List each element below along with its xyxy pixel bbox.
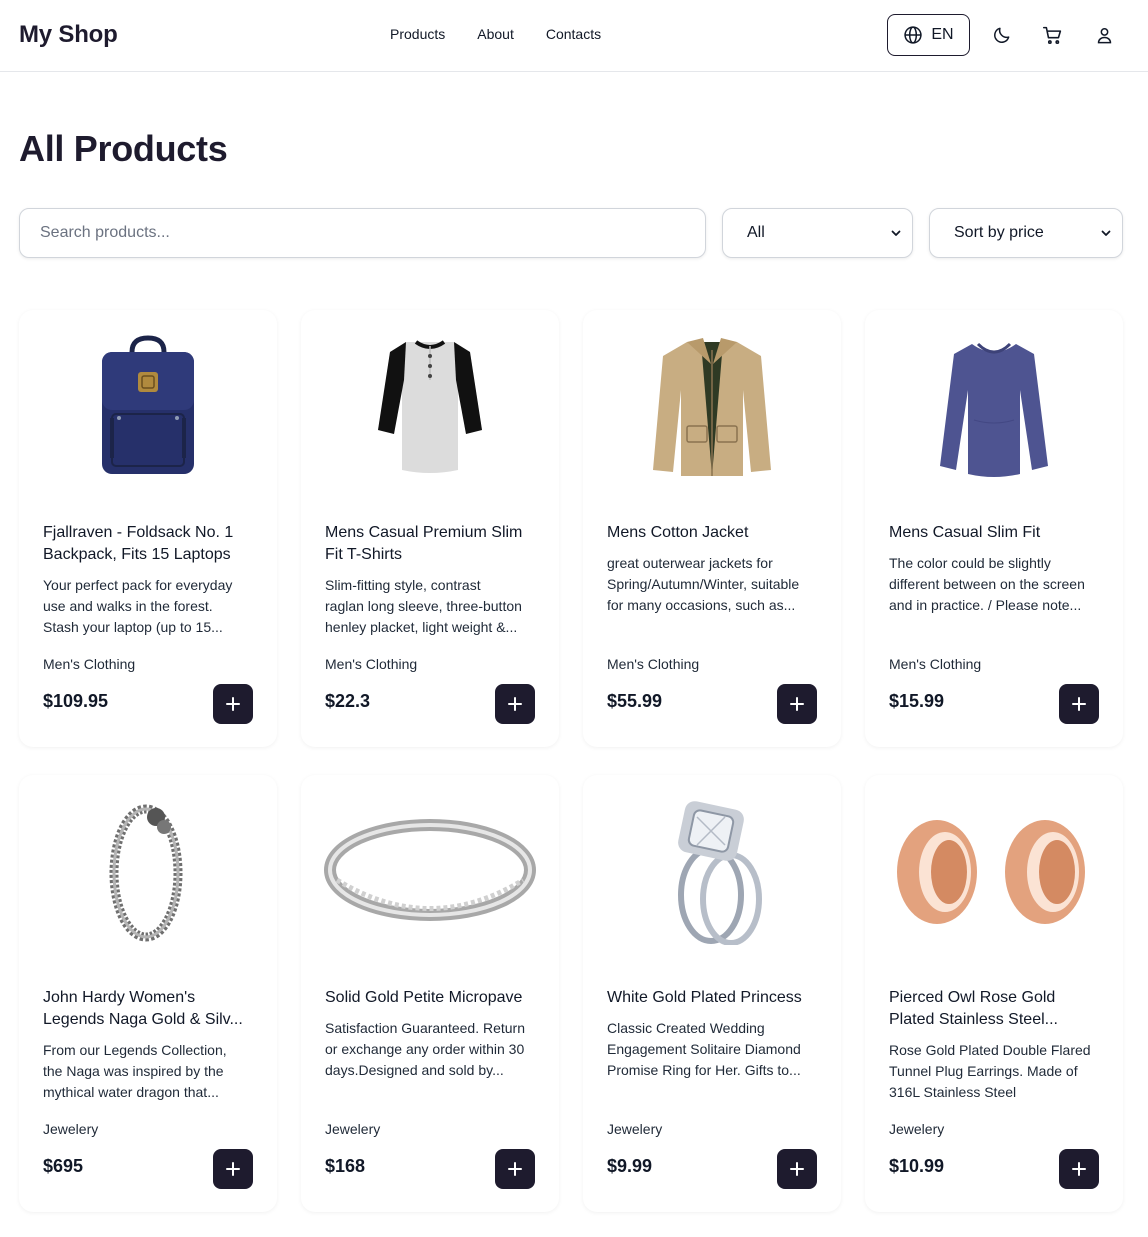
product-price: $109.95 xyxy=(43,691,109,711)
product-price: $695 xyxy=(43,1156,84,1176)
product-image-plug-earrings[interactable] xyxy=(865,785,1123,955)
product-image-bracelet[interactable] xyxy=(19,785,277,955)
product-price: $55.99 xyxy=(607,691,663,711)
add-to-cart-button[interactable] xyxy=(777,1149,817,1189)
product-card[interactable]: Mens Casual Premium Slim Fit T-Shirts Sl… xyxy=(301,310,559,747)
product-price: $168 xyxy=(325,1156,366,1176)
product-description: Your perfect pack for everyday use and w… xyxy=(43,577,233,635)
product-price: $9.99 xyxy=(607,1156,653,1176)
plus-icon xyxy=(226,1162,240,1176)
language-label: EN xyxy=(931,26,954,43)
moon-icon xyxy=(994,27,1010,43)
product-category: Jewelery xyxy=(43,1121,99,1137)
sort-select-value: Sort by price xyxy=(954,224,1044,241)
plus-icon xyxy=(508,697,522,711)
globe-icon xyxy=(904,26,923,44)
product-category: Men's Clothing xyxy=(43,656,136,672)
product-image-jacket[interactable] xyxy=(583,320,841,490)
shop-logo[interactable]: My Shop xyxy=(19,21,118,49)
add-to-cart-button[interactable] xyxy=(495,1149,535,1189)
product-image-ring-band[interactable] xyxy=(301,785,559,955)
product-description: Rose Gold Plated Double Flared Tunnel Pl… xyxy=(889,1042,1091,1100)
product-title[interactable]: Mens Casual Slim Fit xyxy=(889,522,1105,544)
user-icon xyxy=(1097,27,1111,43)
product-title[interactable]: White Gold Plated Princess xyxy=(607,987,823,1009)
sort-select[interactable]: Sort by price xyxy=(929,208,1123,258)
product-category: Men's Clothing xyxy=(607,656,700,672)
product-card[interactable]: White Gold Plated Princess Classic Creat… xyxy=(583,775,841,1212)
product-description: Slim-fitting style, contrast raglan long… xyxy=(325,577,522,635)
product-description: great outerwear jackets for Spring/Autum… xyxy=(607,555,800,613)
product-card[interactable]: John Hardy Women's Legends Naga Gold & S… xyxy=(19,775,277,1212)
product-description: Classic Created Wedding Engagement Solit… xyxy=(607,1020,801,1078)
chevron-down-icon xyxy=(891,230,901,236)
nav-about[interactable]: About xyxy=(477,26,514,42)
product-card[interactable]: Solid Gold Petite Micropave Satisfaction… xyxy=(301,775,559,1212)
page-title: All Products xyxy=(19,128,228,169)
product-card[interactable]: Pierced Owl Rose Gold Plated Stainless S… xyxy=(865,775,1123,1212)
account-button[interactable] xyxy=(1090,21,1118,49)
top-bar: My Shop Products About Contacts EN xyxy=(0,0,1148,72)
product-price: $15.99 xyxy=(889,691,945,711)
product-price: $10.99 xyxy=(889,1156,945,1176)
product-title[interactable]: Mens Casual Premium Slim Fit T-Shirts xyxy=(325,522,541,566)
product-category: Men's Clothing xyxy=(889,656,982,672)
product-category: Jewelery xyxy=(325,1121,381,1137)
plus-icon xyxy=(508,1162,522,1176)
category-select[interactable]: All xyxy=(722,208,913,258)
language-button[interactable]: EN xyxy=(887,14,970,56)
product-description: The color could be slightly different be… xyxy=(889,555,1085,613)
product-card[interactable]: Mens Casual Slim Fit The color could be … xyxy=(865,310,1123,747)
product-title[interactable]: Mens Cotton Jacket xyxy=(607,522,823,544)
plus-icon xyxy=(790,697,804,711)
product-image-tshirt[interactable] xyxy=(301,320,559,490)
product-category: Jewelery xyxy=(607,1121,663,1137)
plus-icon xyxy=(1072,1162,1086,1176)
product-image-diamond-ring[interactable] xyxy=(583,785,841,955)
product-image-backpack[interactable] xyxy=(19,320,277,490)
product-category: Men's Clothing xyxy=(325,656,418,672)
add-to-cart-button[interactable] xyxy=(213,684,253,724)
product-image-longsleeve[interactable] xyxy=(865,320,1123,490)
search-input[interactable] xyxy=(19,208,706,258)
add-to-cart-button[interactable] xyxy=(495,684,535,724)
add-to-cart-button[interactable] xyxy=(777,684,817,724)
product-title[interactable]: Fjallraven - Foldsack No. 1 Backpack, Fi… xyxy=(43,522,259,566)
product-title[interactable]: Solid Gold Petite Micropave xyxy=(325,987,541,1009)
theme-toggle-button[interactable] xyxy=(988,21,1016,49)
product-title[interactable]: John Hardy Women's Legends Naga Gold & S… xyxy=(43,987,259,1031)
nav-contacts[interactable]: Contacts xyxy=(546,26,601,42)
add-to-cart-button[interactable] xyxy=(1059,1149,1099,1189)
product-card[interactable]: Mens Cotton Jacket great outerwear jacke… xyxy=(583,310,841,747)
chevron-down-icon xyxy=(1101,230,1111,236)
add-to-cart-button[interactable] xyxy=(213,1149,253,1189)
plus-icon xyxy=(226,697,240,711)
plus-icon xyxy=(790,1162,804,1176)
main-nav: Products About Contacts xyxy=(390,26,601,42)
product-title[interactable]: Pierced Owl Rose Gold Plated Stainless S… xyxy=(889,987,1105,1031)
product-description: Satisfaction Guaranteed. Return or excha… xyxy=(325,1020,526,1078)
category-select-value: All xyxy=(747,224,765,241)
product-category: Jewelery xyxy=(889,1121,945,1137)
product-card[interactable]: Fjallraven - Foldsack No. 1 Backpack, Fi… xyxy=(19,310,277,747)
nav-products[interactable]: Products xyxy=(390,26,445,42)
cart-icon xyxy=(1042,26,1061,44)
product-price: $22.3 xyxy=(325,691,371,711)
product-description: From our Legends Collection, the Naga wa… xyxy=(43,1042,227,1100)
plus-icon xyxy=(1072,697,1086,711)
add-to-cart-button[interactable] xyxy=(1059,684,1099,724)
cart-button[interactable] xyxy=(1038,21,1066,49)
